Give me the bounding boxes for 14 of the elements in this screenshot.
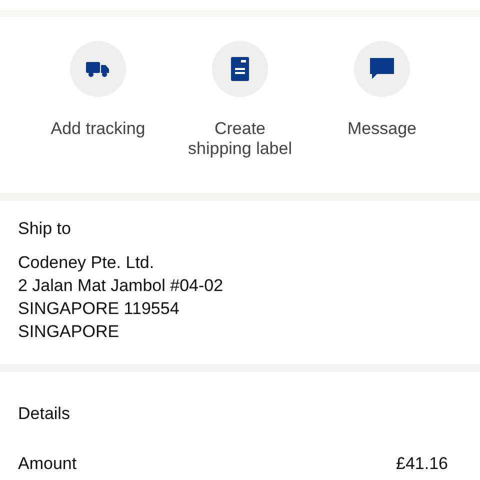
action-label: Create shipping label [187, 119, 293, 159]
address-line: 2 Jalan Mat Jambol #04-02 [18, 275, 224, 297]
chat-bubble-icon [370, 58, 394, 80]
address-line: Codeney Pte. Ltd. [18, 252, 156, 274]
address-line: SINGAPORE 119554 [18, 298, 180, 320]
section-title: Ship to [18, 219, 72, 239]
document-icon [231, 57, 249, 81]
section-title: Details [18, 404, 71, 424]
truck-icon [86, 60, 110, 78]
detail-label: Amount [18, 454, 77, 474]
address-line: SINGAPORE [18, 321, 120, 343]
action-label: Add tracking [50, 119, 146, 139]
action-label: Message [348, 119, 416, 139]
detail-value: £41.16 [396, 454, 448, 474]
